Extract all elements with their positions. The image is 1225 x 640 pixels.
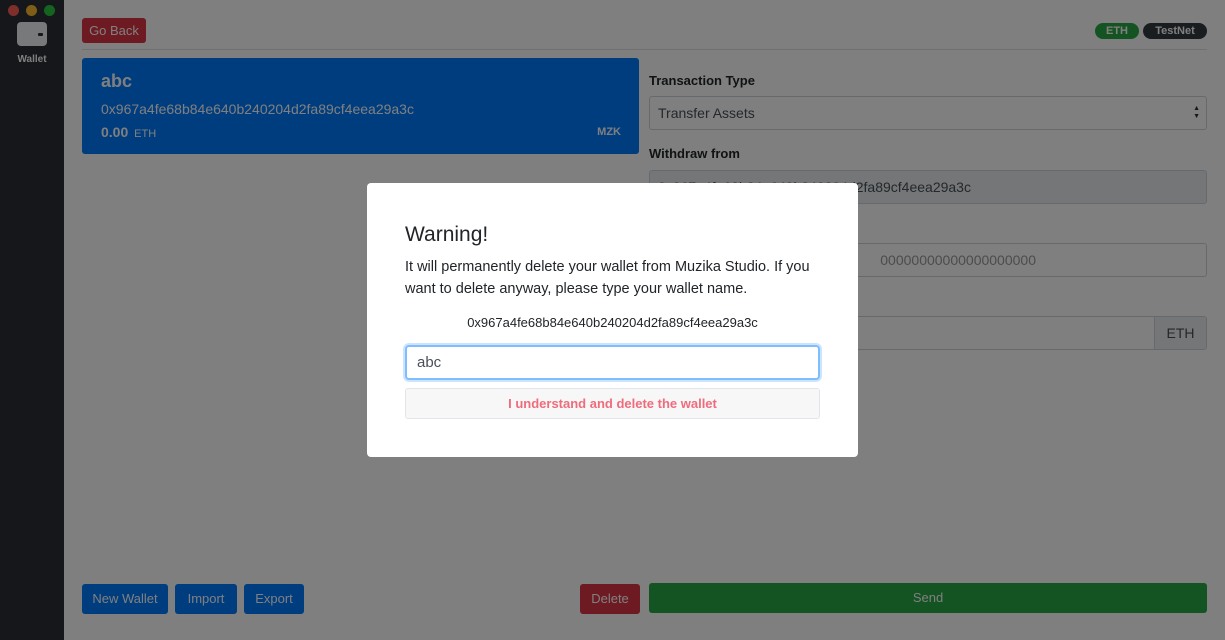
modal-wallet-address: 0x967a4fe68b84e640b240204d2fa89cf4eea29a… — [467, 315, 758, 330]
modal-message: It will permanently delete your wallet f… — [405, 259, 810, 297]
modal-title: Warning! — [405, 223, 489, 246]
confirm-delete-button[interactable]: I understand and delete the wallet — [405, 388, 820, 419]
delete-warning-modal: Warning! It will permanently delete your… — [367, 183, 858, 457]
wallet-name-input[interactable] — [405, 345, 820, 380]
